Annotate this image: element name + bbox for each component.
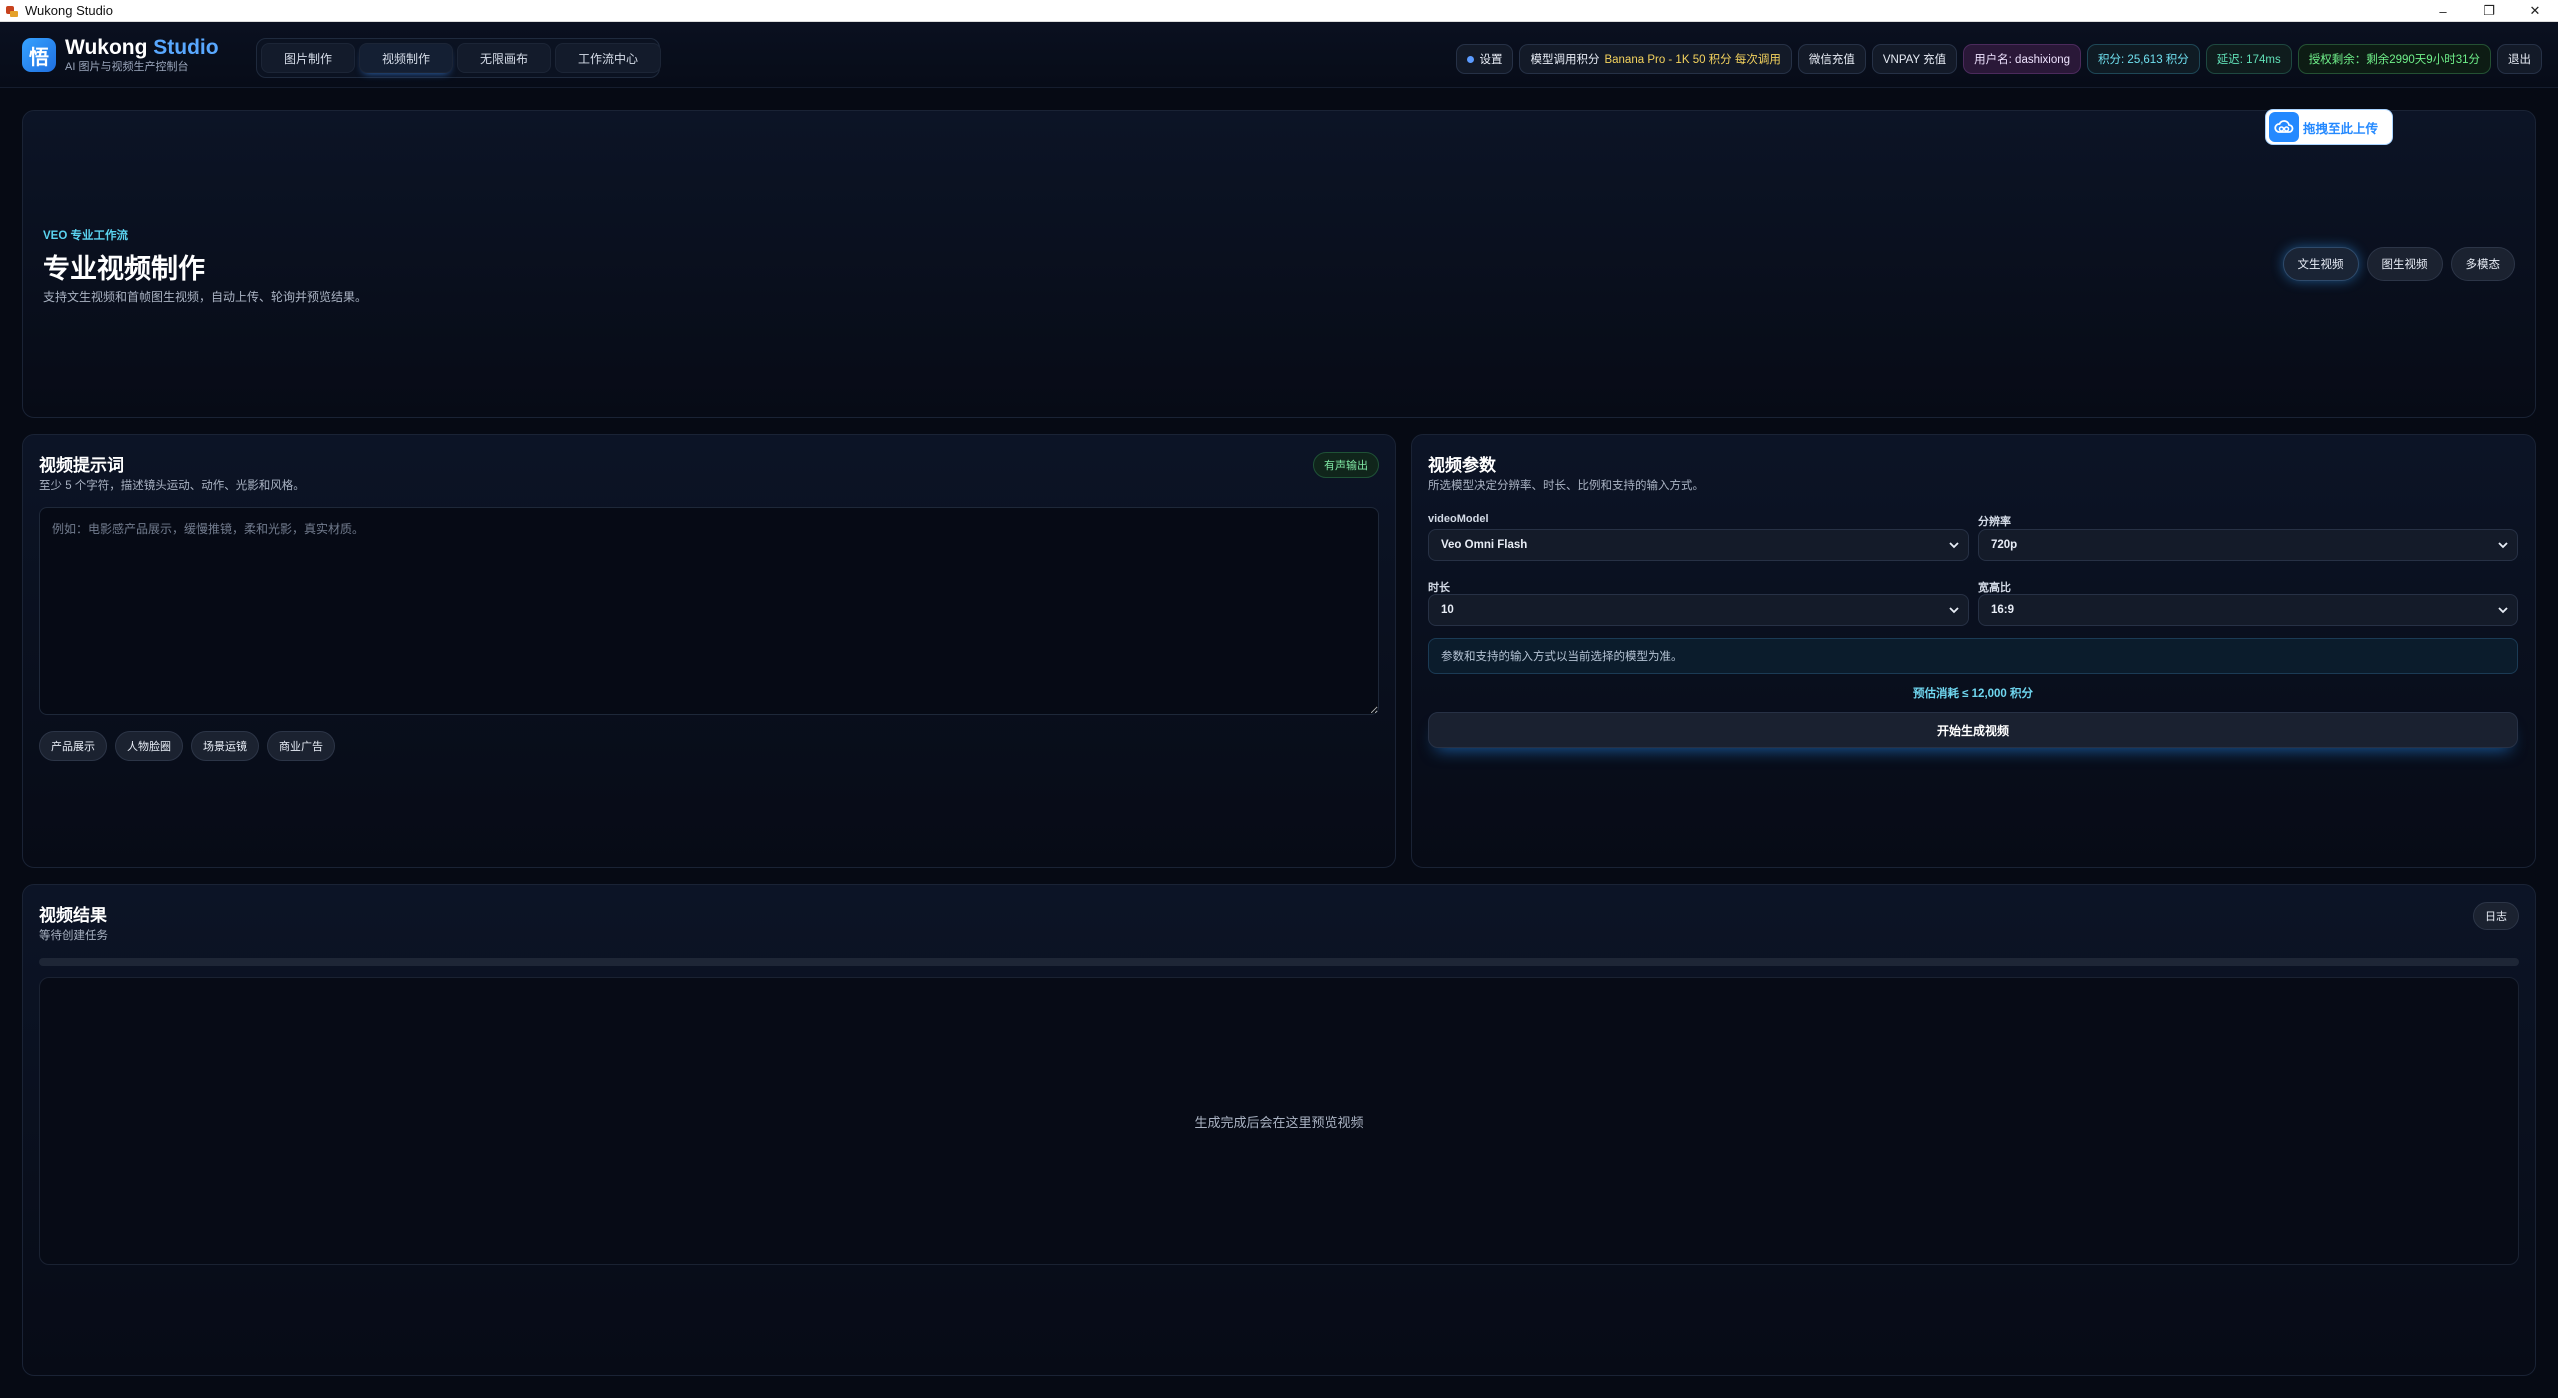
- hero-panel: 拖拽至此上传 VEO 专业工作流 专业视频制作 支持文生视频和首帧图生视频，自动…: [22, 109, 2536, 418]
- chevron-down-icon: [1949, 542, 1959, 549]
- params-title: 视频参数: [1428, 456, 1496, 475]
- chip-camera-move[interactable]: 场景运镜: [191, 731, 259, 761]
- audio-output-toggle[interactable]: 有声输出: [1313, 452, 1379, 478]
- license-badge: 授权剩余：剩余2990天9小时31分: [2297, 44, 2491, 74]
- chip-portrait[interactable]: 人物脸圈: [115, 731, 183, 761]
- result-panel: 视频结果 等待创建任务 日志 生成完成后会在这里预览视频: [22, 884, 2536, 1376]
- vnpay-recharge-button[interactable]: VNPAY 充值: [1871, 44, 1958, 74]
- params-note: 参数和支持的输入方式以当前选择的模型为准。: [1428, 638, 2518, 674]
- hero-eyebrow: VEO 专业工作流: [43, 230, 128, 242]
- video-preview-area: 生成完成后会在这里预览视频: [39, 977, 2519, 1265]
- tab-workflow[interactable]: 工作流中心: [555, 43, 662, 73]
- mode-multimodal[interactable]: 多模态: [2450, 247, 2515, 281]
- tab-video[interactable]: 视频制作: [359, 43, 454, 73]
- duration-label: 时长: [1428, 582, 1450, 594]
- brand-title-main: Wukong: [65, 36, 148, 59]
- main-nav: 图片制作 视频制作 无限画布 工作流中心: [256, 38, 662, 78]
- settings-button[interactable]: 设置: [1456, 44, 1514, 74]
- tab-canvas[interactable]: 无限画布: [457, 43, 552, 73]
- window-titlebar: Wukong Studio – ❐ ✕: [0, 0, 2558, 22]
- prompt-title: 视频提示词: [39, 456, 124, 475]
- cost-estimate: 预估消耗 ≤ 12,000 积分: [1912, 688, 2034, 700]
- generate-video-button[interactable]: 开始生成视频: [1428, 712, 2518, 748]
- tab-image[interactable]: 图片制作: [261, 43, 356, 73]
- prompt-input[interactable]: [39, 507, 1379, 715]
- brand-title-accent: Studio: [153, 36, 219, 59]
- aspect-select[interactable]: 16:9: [1978, 594, 2518, 626]
- brand-subtitle: AI 图片与视频生产控制台: [65, 61, 189, 73]
- latency-badge: 延迟: 174ms: [2205, 44, 2292, 74]
- brand: 悟 Wukong Studio AI 图片与视频生产控制台: [22, 36, 219, 74]
- mode-image-to-video[interactable]: 图生视频: [2366, 247, 2443, 281]
- preview-empty-text: 生成完成后会在这里预览视频: [1194, 1114, 1364, 1130]
- mode-text-to-video[interactable]: 文生视频: [2282, 247, 2359, 281]
- cloud-upload-icon: [2269, 112, 2299, 142]
- logout-button[interactable]: 退出: [2497, 44, 2542, 74]
- chevron-down-icon: [2498, 607, 2508, 614]
- params-subtitle: 所选模型决定分辨率、时长、比例和支持的输入方式。: [1428, 480, 1704, 492]
- upload-dropzone-button[interactable]: 拖拽至此上传: [2265, 109, 2393, 145]
- page-title: 专业视频制作: [43, 254, 205, 284]
- mode-switch: 文生视频 图生视频 多模态: [2282, 247, 2515, 281]
- dot-icon: [1467, 55, 1475, 63]
- brand-title: Wukong Studio: [65, 36, 219, 60]
- window-title: Wukong Studio: [25, 3, 113, 18]
- app-header: 悟 Wukong Studio AI 图片与视频生产控制台 图片制作 视频制作 …: [0, 22, 2558, 88]
- prompt-subtitle: 至少 5 个字符，描述镜头运动、动作、光影和风格。: [39, 480, 305, 492]
- log-button[interactable]: 日志: [2473, 902, 2519, 930]
- model-cost-label: 模型调用积分: [1530, 54, 1600, 66]
- aspect-label: 宽高比: [1978, 582, 2011, 594]
- window-controls: – ❐ ✕: [2420, 0, 2558, 22]
- duration-select-value: 10: [1441, 604, 1454, 616]
- model-label: videoModel: [1428, 513, 1489, 525]
- close-button[interactable]: ✕: [2512, 0, 2558, 22]
- minimize-button[interactable]: –: [2420, 0, 2466, 22]
- model-cost-badge: 模型调用积分 Banana Pro - 1K 50 积分 每次调用: [1519, 44, 1792, 74]
- chevron-down-icon: [1949, 607, 1959, 614]
- model-select[interactable]: Veo Omni Flash: [1428, 529, 1969, 561]
- aspect-select-value: 16:9: [1991, 604, 2015, 616]
- status-area: 设置 模型调用积分 Banana Pro - 1K 50 积分 每次调用 微信充…: [1456, 44, 2542, 74]
- hero-description: 支持文生视频和首帧图生视频，自动上传、轮询并预览结果。: [43, 290, 368, 304]
- result-title: 视频结果: [39, 906, 107, 925]
- brand-logo-icon: 悟: [22, 38, 56, 72]
- result-status: 等待创建任务: [39, 930, 108, 942]
- resolution-select[interactable]: 720p: [1978, 529, 2518, 561]
- chip-product[interactable]: 产品展示: [39, 731, 107, 761]
- wechat-recharge-button[interactable]: 微信充值: [1797, 44, 1866, 74]
- app-icon: [5, 4, 19, 18]
- progress-bar: [39, 958, 2519, 966]
- chip-commercial[interactable]: 商业广告: [267, 731, 335, 761]
- prompt-panel: 视频提示词 至少 5 个字符，描述镜头运动、动作、光影和风格。 有声输出 产品展…: [22, 434, 1396, 868]
- preset-chips: 产品展示 人物脸圈 场景运镜 商业广告: [39, 731, 335, 761]
- model-cost-value: Banana Pro - 1K 50 积分 每次调用: [1604, 54, 1781, 66]
- restore-button[interactable]: ❐: [2466, 0, 2512, 22]
- params-panel: 视频参数 所选模型决定分辨率、时长、比例和支持的输入方式。 videoModel…: [1411, 434, 2536, 868]
- user-badge: 用户名: dashixiong: [1963, 44, 2082, 74]
- settings-label: 设置: [1479, 54, 1503, 66]
- chevron-down-icon: [2498, 542, 2508, 549]
- resolution-select-value: 720p: [1991, 539, 2018, 551]
- duration-select[interactable]: 10: [1428, 594, 1969, 626]
- model-select-value: Veo Omni Flash: [1441, 539, 1528, 551]
- upload-label: 拖拽至此上传: [2303, 121, 2379, 136]
- points-badge: 积分: 25,613 积分: [2087, 44, 2200, 74]
- resolution-label: 分辨率: [1978, 516, 2011, 528]
